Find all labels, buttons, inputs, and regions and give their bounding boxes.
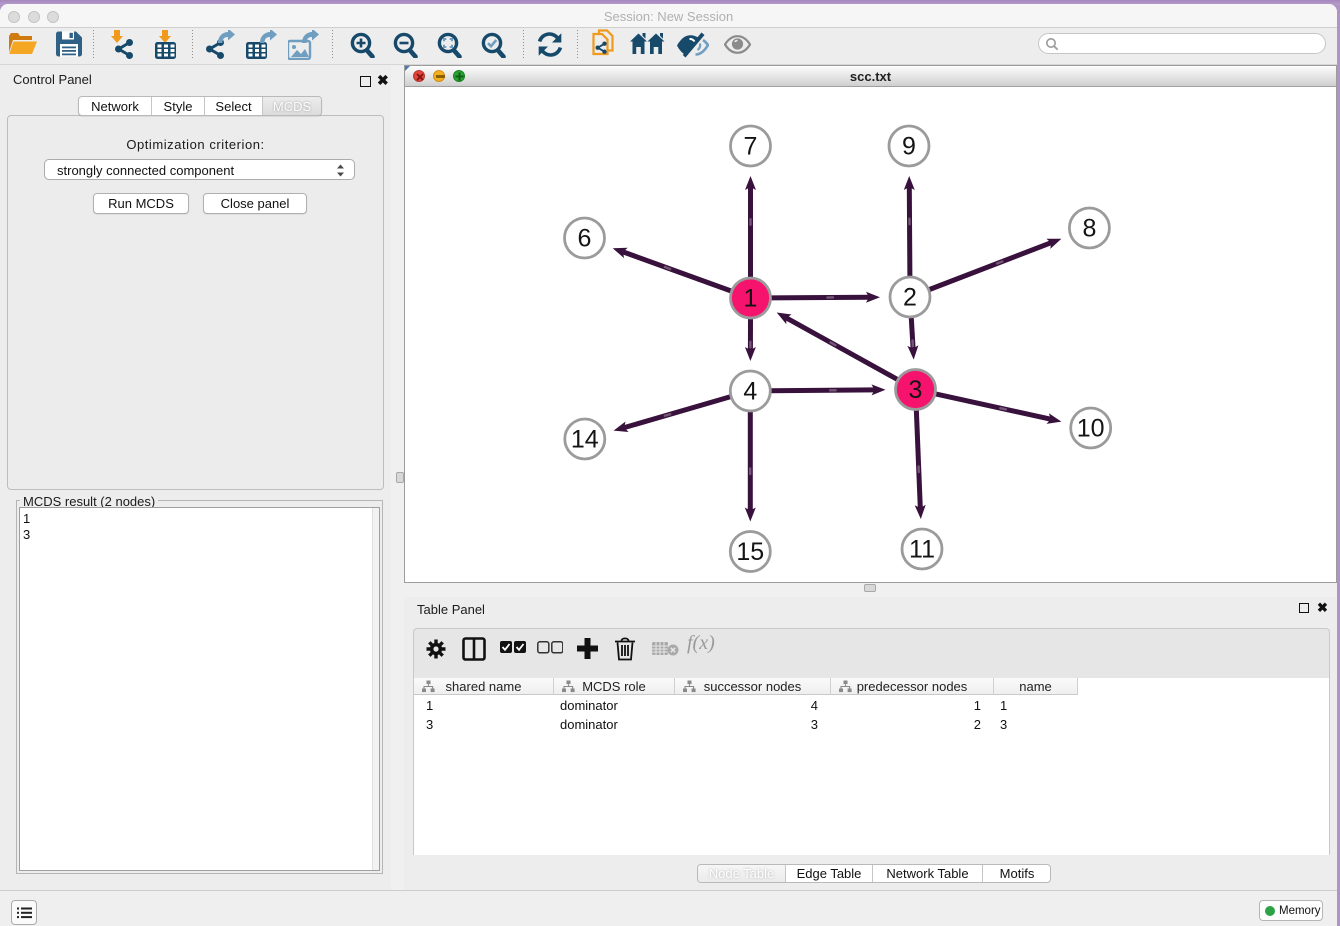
svg-text:10: 10 <box>1077 415 1105 443</box>
svg-text:9: 9 <box>902 133 916 161</box>
svg-text:8: 8 <box>1082 215 1096 243</box>
svg-text:1: 1 <box>744 285 758 313</box>
svg-text:4: 4 <box>743 378 757 406</box>
svg-text:15: 15 <box>736 538 764 566</box>
svg-text:7: 7 <box>744 133 758 161</box>
svg-text:3: 3 <box>909 376 923 404</box>
svg-text:14: 14 <box>571 426 599 454</box>
svg-text:6: 6 <box>578 225 592 253</box>
svg-text:2: 2 <box>903 284 917 312</box>
svg-text:11: 11 <box>909 536 935 564</box>
